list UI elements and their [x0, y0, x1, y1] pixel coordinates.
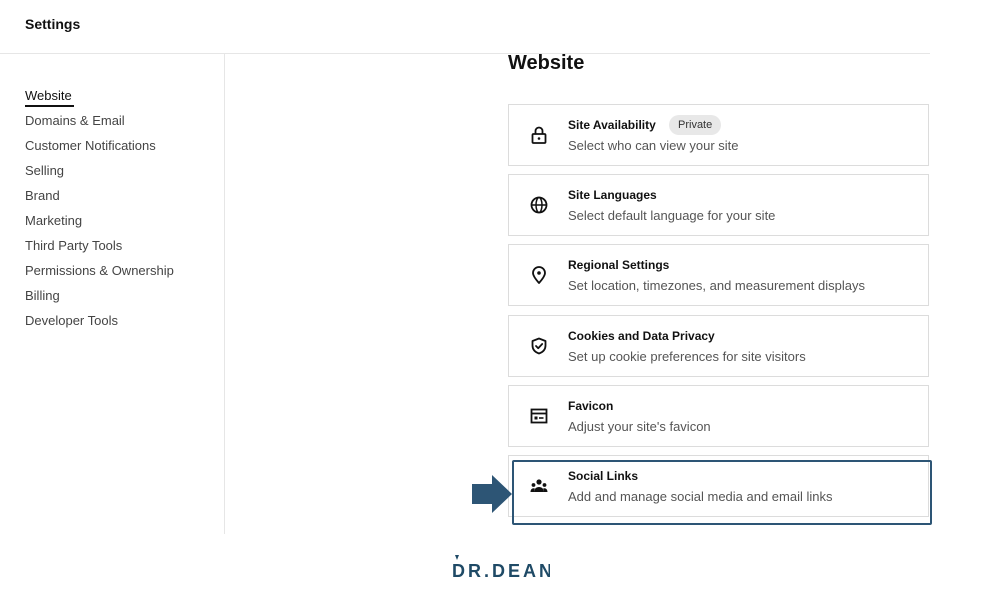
status-badge: Private [669, 115, 722, 135]
sidebar-item-brand[interactable]: Brand [25, 188, 60, 203]
svg-text:DR.DEAN: DR.DEAN [452, 561, 550, 581]
sidebar-item-website[interactable]: Website [25, 88, 72, 103]
card-description: Select who can view your site [568, 138, 739, 153]
shield-check-icon [531, 337, 547, 355]
card-description: Set location, timezones, and measurement… [568, 278, 865, 293]
sidebar-item-domains-email[interactable]: Domains & Email [25, 113, 125, 128]
site-languages-card[interactable]: Site Languages Select default language f… [508, 174, 929, 236]
card-title: Cookies and Data Privacy [568, 329, 715, 343]
sidebar-item-permissions-ownership[interactable]: Permissions & Ownership [25, 263, 174, 278]
card-description: Select default language for your site [568, 208, 776, 223]
app-title: Settings [25, 16, 81, 32]
sidebar-item-marketing[interactable]: Marketing [25, 213, 82, 228]
favicon-card[interactable]: Favicon Adjust your site's favicon [508, 385, 929, 447]
card-title: Regional Settings [568, 258, 670, 272]
site-availability-card[interactable]: Site Availability Private Select who can… [508, 104, 929, 166]
social-links-highlight [512, 460, 932, 525]
page-title: Website [508, 52, 585, 74]
top-bar: Settings [0, 0, 930, 54]
sidebar-item-customer-notifications[interactable]: Customer Notifications [25, 138, 156, 153]
sidebar-item-developer-tools[interactable]: Developer Tools [25, 313, 118, 328]
location-pin-icon [532, 266, 546, 284]
card-title: Site Languages [568, 188, 657, 202]
card-description: Adjust your site's favicon [568, 419, 711, 434]
active-item-underline [25, 105, 74, 107]
lock-icon [531, 126, 547, 144]
sidebar-item-third-party-tools[interactable]: Third Party Tools [25, 238, 122, 253]
globe-icon [530, 196, 548, 214]
card-description: Set up cookie preferences for site visit… [568, 349, 806, 364]
sidebar-item-billing[interactable]: Billing [25, 288, 60, 303]
card-title: Site Availability [568, 118, 656, 132]
brand-logo: DR.DEAN [452, 555, 550, 581]
browser-window-icon [530, 408, 548, 424]
regional-settings-card[interactable]: Regional Settings Set location, timezone… [508, 244, 929, 306]
cookies-privacy-card[interactable]: Cookies and Data Privacy Set up cookie p… [508, 315, 929, 377]
card-title: Favicon [568, 399, 614, 413]
pointer-arrow-icon [472, 475, 512, 513]
sidebar-item-selling[interactable]: Selling [25, 163, 64, 178]
